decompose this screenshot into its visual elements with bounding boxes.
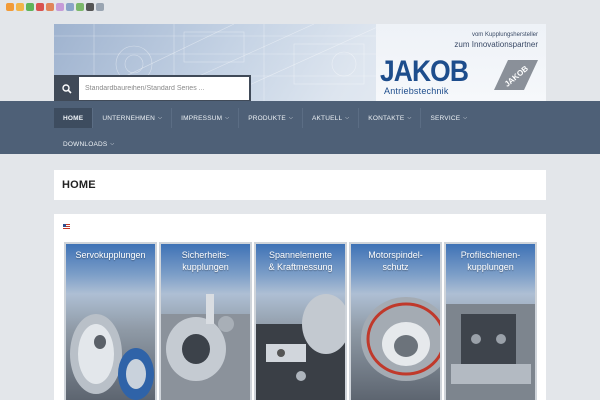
- chevron-down-icon: ⌵: [463, 115, 468, 121]
- nav-item-label: Impressum: [181, 114, 223, 122]
- share-icon[interactable]: [16, 3, 24, 11]
- page-title-box: HOME: [54, 170, 546, 200]
- clamping-element-image: [256, 294, 345, 400]
- tagline-line-2: zum Innovationspartner: [454, 40, 538, 49]
- nav-item-home[interactable]: Home: [54, 108, 94, 128]
- rss-icon[interactable]: [6, 3, 14, 11]
- safety-coupling-image: [161, 294, 250, 400]
- logo-subtitle: Antriebstechnik: [384, 86, 449, 96]
- nav-item-downloads[interactable]: Downloads ⌵: [54, 134, 123, 154]
- chevron-down-icon: ⌵: [288, 115, 293, 121]
- nav-item-label: Downloads: [63, 140, 108, 148]
- pdf-icon[interactable]: [96, 3, 104, 11]
- tile-label: Servokupplungen: [75, 250, 146, 260]
- nav-item-impressum[interactable]: Impressum ⌵: [172, 108, 240, 128]
- nav-item-unternehmen[interactable]: Unternehmen ⌵: [93, 108, 173, 128]
- tile-motorspindelschutz[interactable]: Motorspindel-schutz: [349, 242, 442, 400]
- main-content: Servokupplungen Sicherheits-kupplungen S…: [54, 214, 546, 400]
- nav-item-produkte[interactable]: Produkte ⌵: [239, 108, 303, 128]
- nav-item-kontakte[interactable]: Kontakte ⌵: [359, 108, 422, 128]
- nav-item-label: Kontakte: [368, 114, 405, 122]
- search-bar: [54, 75, 251, 102]
- nav-item-label: Unternehmen: [102, 114, 156, 122]
- nav-item-label: Home: [63, 114, 84, 122]
- search-button[interactable]: [54, 75, 79, 102]
- print-icon[interactable]: [76, 3, 84, 11]
- rail-coupling-image: [446, 304, 535, 400]
- email-icon[interactable]: [66, 3, 74, 11]
- tile-profilschienenkupplungen[interactable]: Profilschienen-kupplungen: [444, 242, 537, 400]
- chevron-down-icon: ⌵: [110, 141, 115, 147]
- tagline-line-1: vom Kupplungshersteller: [471, 32, 538, 38]
- page-title: HOME: [62, 179, 96, 191]
- link-icon[interactable]: [26, 3, 34, 11]
- tagline: vom Kupplungshersteller zum Innovationsp…: [454, 31, 538, 49]
- twitter-icon[interactable]: [56, 3, 64, 11]
- tile-spannelemente[interactable]: Spannelemente & Kraftmessung: [254, 242, 347, 400]
- nav-item-label: Produkte: [248, 114, 286, 122]
- chevron-down-icon: ⌵: [158, 115, 163, 121]
- tile-label: Profilschienen-kupplungen: [460, 250, 521, 272]
- tile-servokupplungen[interactable]: Servokupplungen: [64, 242, 157, 400]
- google-icon[interactable]: [36, 3, 44, 11]
- nav-item-aktuell[interactable]: Aktuell ⌵: [303, 108, 360, 128]
- nav-item-label: Aktuell: [311, 114, 343, 122]
- spindle-protection-image: [361, 297, 440, 381]
- us-flag-icon[interactable]: [63, 224, 70, 229]
- nav-item-label: Service: [430, 114, 461, 122]
- search-input[interactable]: [79, 75, 251, 102]
- search-icon: [61, 83, 72, 94]
- logo-badge-icon: JAKOB: [494, 60, 538, 90]
- coupling-image: [70, 314, 154, 400]
- tile-label: Motorspindel-schutz: [368, 250, 423, 272]
- logo-wordmark[interactable]: JAKOB: [380, 57, 469, 87]
- chevron-down-icon: ⌵: [345, 115, 350, 121]
- tile-label: Sicherheits-kupplungen: [181, 250, 230, 272]
- chevron-down-icon: ⌵: [407, 115, 412, 121]
- chevron-down-icon: ⌵: [225, 115, 230, 121]
- nav-item-service[interactable]: Service ⌵: [421, 108, 476, 128]
- main-nav: Home Unternehmen ⌵ Impressum ⌵ Produkte ⌵ A…: [0, 101, 600, 154]
- facebook-icon[interactable]: [46, 3, 54, 11]
- social-bar: [6, 3, 104, 11]
- tile-sicherheitskupplungen[interactable]: Sicherheits-kupplungen: [159, 242, 252, 400]
- bookmark-icon[interactable]: [86, 3, 94, 11]
- tile-label: Spannelemente & Kraftmessung: [268, 250, 333, 272]
